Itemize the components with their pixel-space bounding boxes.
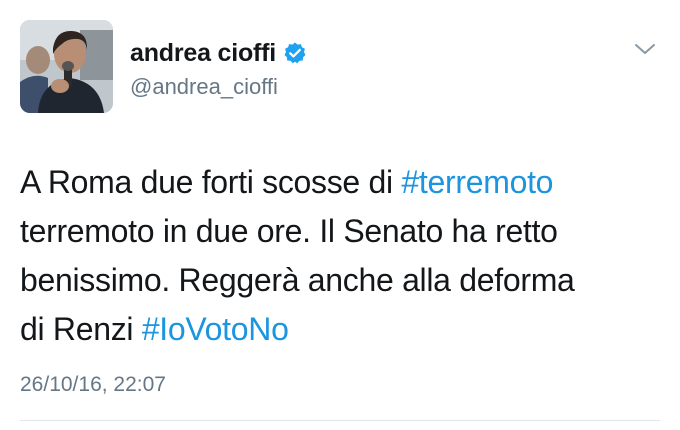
tweet-timestamp[interactable]: 26/10/16, 22:07 (20, 373, 166, 397)
tweet-line-text: benissimo. Reggerà anche alla deforma (20, 262, 575, 298)
tweet-line: di Renzi #IoVotoNo (20, 305, 660, 354)
chevron-down-icon[interactable] (634, 42, 656, 56)
avatar-photo (20, 20, 113, 113)
hashtag-link[interactable]: #terremoto (401, 164, 553, 200)
author-display-name[interactable]: andrea cioffi (130, 39, 276, 68)
tweet-line-text: di Renzi (20, 311, 142, 347)
hashtag-link[interactable]: #IoVotoNo (142, 311, 289, 347)
author-avatar[interactable] (20, 20, 113, 113)
tweet-line: benissimo. Reggerà anche alla deforma (20, 256, 660, 305)
tweet-card: andrea cioffi @andrea_cioffi A Roma due … (0, 0, 680, 430)
tweet-line-text: A Roma due forti scosse di (20, 164, 402, 200)
tweet-text: A Roma due forti scosse di #terremoto te… (20, 158, 660, 354)
author-handle[interactable]: @andrea_cioffi (130, 74, 278, 100)
author-name-row[interactable]: andrea cioffi (130, 38, 307, 68)
tweet-line: terremoto in due ore. Il Senato ha retto (20, 207, 660, 256)
verified-badge-icon (283, 41, 307, 65)
divider (20, 420, 660, 421)
tweet-line: A Roma due forti scosse di #terremoto (20, 158, 660, 207)
tweet-line-text: terremoto in due ore. Il Senato ha retto (20, 213, 558, 249)
